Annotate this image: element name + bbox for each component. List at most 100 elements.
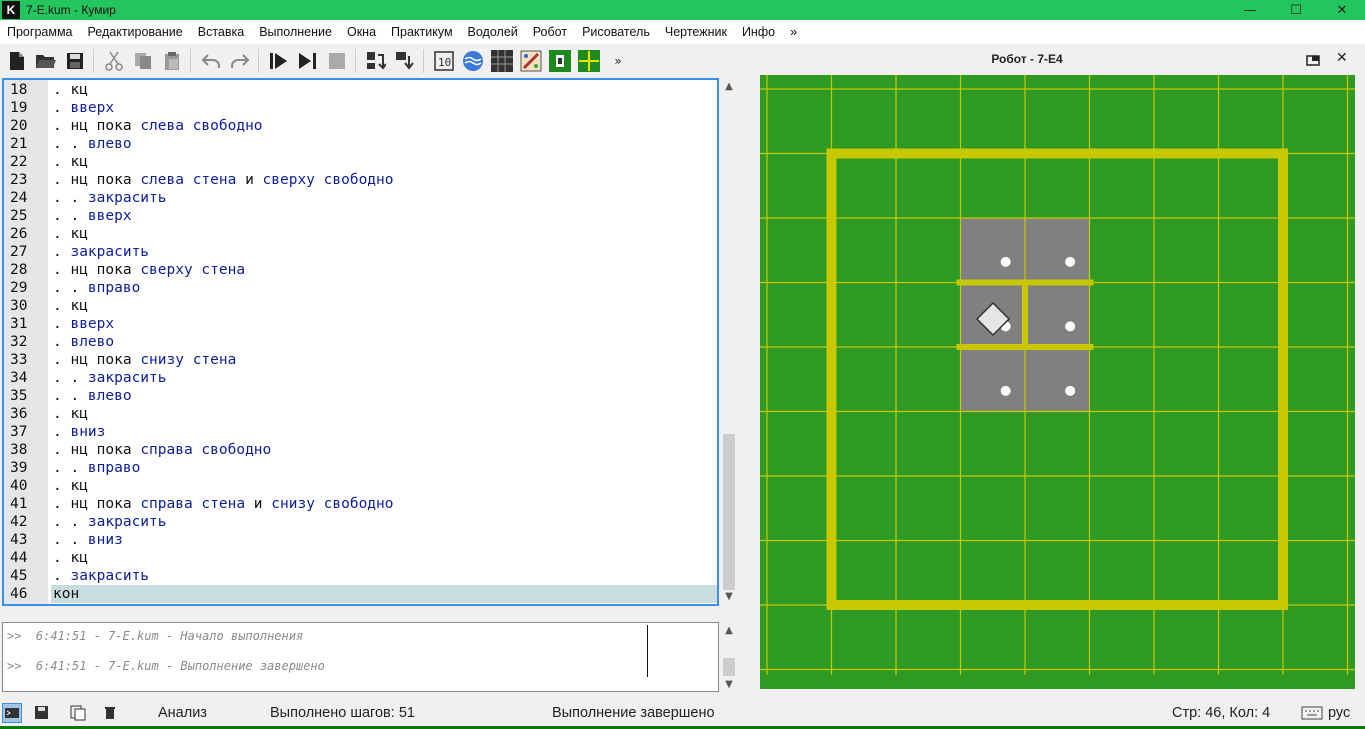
menu-edit[interactable]: Редактирование [81, 25, 191, 39]
menu-windows[interactable]: Окна [340, 25, 384, 39]
keyword-token: кц [70, 298, 88, 314]
menu-drafter[interactable]: Чертежник [658, 25, 735, 39]
painter-icon[interactable] [519, 49, 543, 73]
redo-icon[interactable] [228, 49, 252, 73]
code-line[interactable]: 18. кц [4, 81, 717, 99]
panel-close-icon[interactable]: ✕ [1336, 50, 1350, 66]
code-editor[interactable]: 18. кц 19. вверх 20. нц пока слева свободн… [2, 78, 719, 606]
code-line[interactable]: 41. нц пока справа стена и снизу свободн… [4, 495, 717, 513]
line-number: 32 [10, 334, 28, 350]
code-line[interactable]: 38. нц пока справа свободно [4, 441, 717, 459]
identifier-token: закрасить [70, 568, 150, 584]
editor-scrollbar[interactable]: ▲ ▼ [720, 78, 738, 606]
menu-vodoley[interactable]: Водолей [461, 25, 526, 39]
console-scrollbar[interactable]: ▲ ▼ [720, 622, 738, 692]
code-line[interactable]: 34 . . закрасить [4, 369, 717, 387]
menu-painter[interactable]: Рисователь [575, 25, 658, 39]
code-line[interactable]: 21 . . влево [4, 135, 717, 153]
cursor-position: Стр: 46, Кол: 4 [1172, 705, 1271, 721]
code-line[interactable]: 37. вниз [4, 423, 717, 441]
cell-mark [1065, 385, 1076, 396]
calculator-icon[interactable]: 10 [432, 49, 456, 73]
line-code: . кц [53, 477, 88, 495]
cut-icon[interactable] [102, 49, 126, 73]
line-number: 20 [10, 118, 28, 134]
scroll-down-arrow-icon[interactable]: ▼ [720, 676, 738, 692]
robot-icon[interactable] [548, 49, 572, 73]
code-line[interactable]: 22. кц [4, 153, 717, 171]
scroll-up-arrow-icon[interactable]: ▲ [720, 78, 738, 94]
code-line[interactable]: 36. кц [4, 405, 717, 423]
code-line[interactable]: 25 . . вверх [4, 207, 717, 225]
code-line[interactable]: 27. закрасить [4, 243, 717, 261]
menu-robot[interactable]: Робот [526, 25, 575, 39]
identifier-token: снизу стена [140, 352, 237, 368]
code-line[interactable]: 24 . . закрасить [4, 189, 717, 207]
drafter-icon[interactable] [577, 49, 601, 73]
identifier-token: слева стена [140, 172, 237, 188]
code-line[interactable]: 31. вверх [4, 315, 717, 333]
scroll-up-arrow-icon[interactable]: ▲ [720, 622, 738, 638]
water-icon[interactable] [461, 49, 485, 73]
keyword-token: . [53, 550, 71, 566]
editor-scroll-thumb[interactable] [723, 434, 735, 590]
output-console[interactable]: >> 6:41:51 - 7-E.kum - Начало выполнения… [2, 622, 719, 692]
code-line[interactable]: 46 кон [10, 585, 717, 603]
menu-program[interactable]: Программа [0, 25, 81, 39]
copy-icon[interactable] [131, 49, 155, 73]
identifier-token: влево [87, 136, 132, 152]
code-line[interactable]: 33. нц пока снизу стена [4, 351, 717, 369]
code-line[interactable]: 19. вверх [4, 99, 717, 117]
code-line[interactable]: 26. кц [4, 225, 717, 243]
code-line[interactable]: 20. нц пока слева свободно [4, 117, 717, 135]
maximize-button[interactable]: ☐ [1273, 0, 1319, 20]
code-line[interactable]: 23. нц пока слева стена и сверху свободн… [4, 171, 717, 189]
code-line[interactable]: 39 . . вправо [4, 459, 717, 477]
copy-output-icon[interactable] [70, 705, 90, 725]
code-line[interactable]: 28. нц пока сверху стена [4, 261, 717, 279]
keyword-token: . [53, 406, 71, 422]
step-icon[interactable] [296, 49, 320, 73]
code-line[interactable]: 30. кц [4, 297, 717, 315]
step-out-icon[interactable] [393, 49, 417, 73]
undock-icon[interactable] [1306, 52, 1320, 66]
code-line[interactable]: 29 . . вправо [4, 279, 717, 297]
stop-icon[interactable] [325, 49, 349, 73]
code-line[interactable]: 42 . . закрасить [4, 513, 717, 531]
painted-cell [1025, 347, 1090, 412]
paste-icon[interactable] [160, 49, 184, 73]
line-code: . нц пока снизу стена [53, 351, 236, 369]
menu-practicum[interactable]: Практикум [384, 25, 461, 39]
keyword-token: . . [53, 388, 88, 404]
menu-run[interactable]: Выполнение [252, 25, 340, 39]
clear-output-icon[interactable] [104, 705, 116, 725]
code-line[interactable]: 43 . . вниз [4, 531, 717, 549]
run-icon[interactable] [267, 49, 291, 73]
keyword-token: . [53, 100, 71, 116]
analysis-label[interactable]: Анализ [158, 705, 207, 721]
keyword-token: кц [70, 406, 88, 422]
code-line[interactable]: 44. кц [4, 549, 717, 567]
close-button[interactable]: ✕ [1319, 0, 1365, 20]
code-line[interactable]: 35 . . влево [4, 387, 717, 405]
step-into-icon[interactable] [364, 49, 388, 73]
keyboard-layout[interactable]: рус [1328, 705, 1350, 721]
open-file-icon[interactable] [34, 49, 58, 73]
menu-info[interactable]: Инфо [735, 25, 783, 39]
code-line[interactable]: 32. влево [4, 333, 717, 351]
toolbar-more-button[interactable]: » [606, 49, 630, 73]
minimize-button[interactable]: — [1227, 0, 1273, 20]
console-scroll-thumb[interactable] [723, 658, 735, 676]
menu-insert[interactable]: Вставка [191, 25, 252, 39]
save-output-icon[interactable] [34, 705, 52, 725]
scroll-down-arrow-icon[interactable]: ▼ [720, 588, 738, 604]
code-line[interactable]: 45. закрасить [4, 567, 717, 585]
menu-more[interactable]: » [783, 25, 805, 39]
undo-icon[interactable] [199, 49, 223, 73]
code-line[interactable]: 40. кц [4, 477, 717, 495]
new-file-icon[interactable] [5, 49, 29, 73]
grid-icon[interactable] [490, 49, 514, 73]
terminal-icon[interactable] [2, 703, 22, 723]
save-icon[interactable] [63, 49, 87, 73]
keyword-token: . [53, 352, 71, 368]
